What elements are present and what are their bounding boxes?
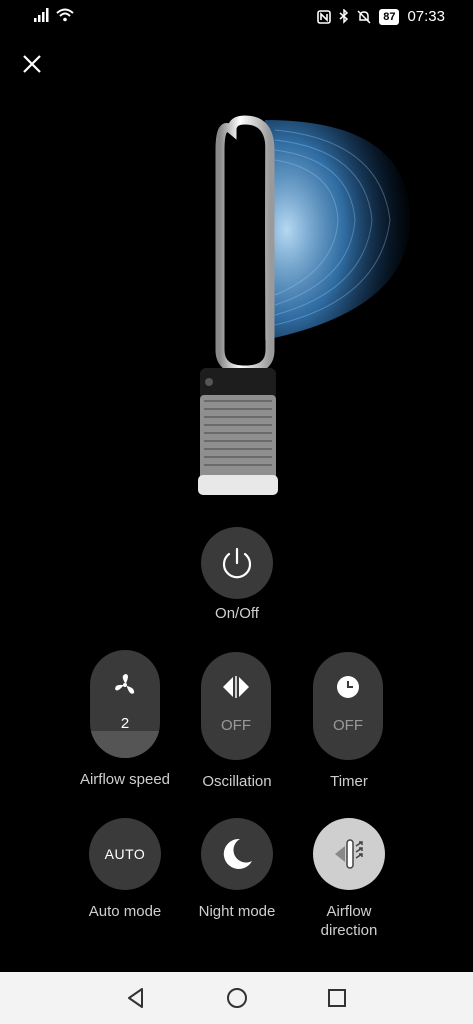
mute-icon bbox=[357, 9, 371, 24]
home-icon bbox=[227, 988, 247, 1008]
oscillation-icon bbox=[201, 674, 271, 700]
close-button[interactable] bbox=[18, 50, 46, 78]
airflow-direction-label-line1: Airflow bbox=[326, 903, 372, 920]
status-bar: 87 07:33 bbox=[0, 0, 473, 34]
timer-control[interactable]: OFF bbox=[313, 652, 383, 760]
status-left bbox=[34, 8, 74, 22]
fan-stand bbox=[198, 475, 278, 495]
moon-icon bbox=[223, 838, 252, 869]
fan-loop bbox=[215, 115, 275, 375]
night-mode-button[interactable] bbox=[201, 818, 273, 890]
home-button[interactable] bbox=[225, 986, 249, 1010]
auto-mode-text: AUTO bbox=[104, 846, 146, 862]
fan-icon bbox=[90, 672, 160, 698]
airflow-direction-icon bbox=[335, 839, 363, 869]
timer-value: OFF bbox=[333, 717, 363, 734]
oscillation-value: OFF bbox=[221, 717, 251, 734]
recents-icon bbox=[328, 989, 346, 1007]
back-button[interactable] bbox=[124, 986, 148, 1010]
wifi-icon bbox=[56, 8, 74, 22]
oscillation-label: Oscillation bbox=[202, 773, 272, 790]
recents-button[interactable] bbox=[325, 986, 349, 1010]
airflow-speed-value: 2 bbox=[120, 715, 130, 732]
power-button[interactable] bbox=[201, 527, 273, 599]
fan-graphic bbox=[198, 115, 410, 495]
night-mode-label: Night mode bbox=[198, 903, 276, 920]
battery-indicator: 87 bbox=[379, 8, 400, 25]
power-icon bbox=[222, 547, 252, 579]
power-label: On/Off bbox=[215, 605, 259, 622]
timer-label: Timer bbox=[330, 773, 368, 790]
signal-icon bbox=[34, 8, 49, 22]
fan-filter bbox=[200, 395, 276, 480]
speed-level-fill bbox=[90, 731, 160, 758]
fan-illustration bbox=[180, 110, 440, 500]
airflow-direction-label-line2: direction bbox=[320, 922, 378, 939]
airflow-direction-label: Airflow direction bbox=[298, 902, 400, 940]
status-right: 87 07:33 bbox=[317, 8, 445, 25]
close-icon bbox=[23, 55, 41, 73]
airflow-direction-button[interactable] bbox=[313, 818, 385, 890]
oscillation-control[interactable]: OFF bbox=[201, 652, 271, 760]
back-icon bbox=[128, 988, 143, 1008]
navigation-bar bbox=[0, 972, 473, 1024]
auto-mode-label: Auto mode bbox=[88, 903, 162, 920]
airflow-speed-control[interactable]: 2 bbox=[90, 650, 160, 758]
bluetooth-icon bbox=[339, 9, 349, 24]
clock-icon bbox=[313, 674, 383, 700]
nfc-icon bbox=[317, 9, 332, 24]
clock-time: 07:33 bbox=[407, 8, 445, 25]
airflow-speed-label: Airflow speed bbox=[79, 771, 171, 788]
auto-mode-button[interactable]: AUTO bbox=[89, 818, 161, 890]
